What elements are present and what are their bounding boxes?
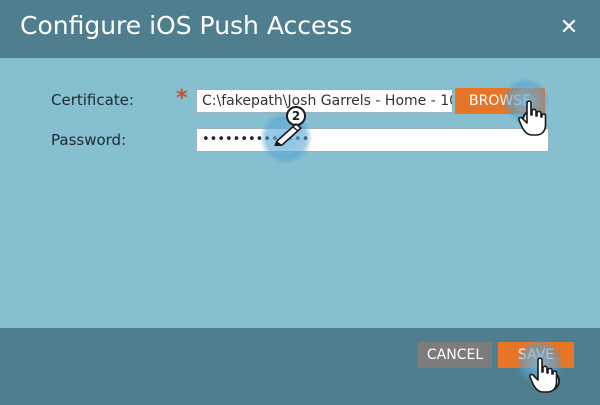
required-indicator: * <box>176 86 188 111</box>
certificate-label: Certificate: <box>51 91 134 109</box>
configure-ios-push-dialog: Configure iOS Push Access ✕ Certificate:… <box>0 0 600 405</box>
certificate-field[interactable]: C:\fakepath\Josh Garrels - Home - 10 Ar <box>196 89 453 113</box>
dialog-title: Configure iOS Push Access <box>20 11 353 40</box>
hand-pointer-icon <box>529 357 558 393</box>
dialog-header: Configure iOS Push Access ✕ <box>0 0 600 58</box>
password-label: Password: <box>51 131 127 149</box>
cancel-button[interactable]: CANCEL <box>418 342 492 368</box>
close-icon[interactable]: ✕ <box>558 17 580 39</box>
pencil-icon <box>274 123 302 146</box>
password-field[interactable]: •••••••••••••• <box>196 128 549 152</box>
hand-pointer-icon <box>518 100 547 136</box>
